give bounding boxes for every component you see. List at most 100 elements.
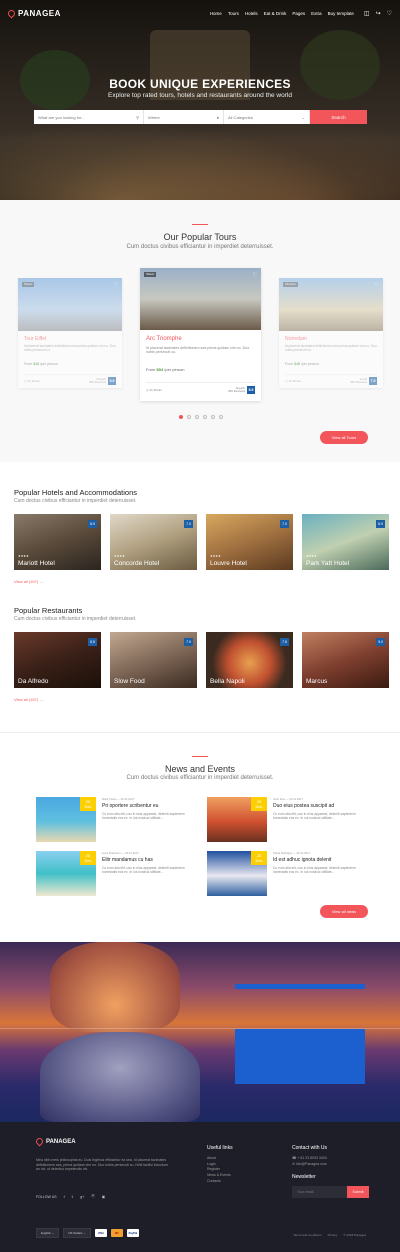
footer-email[interactable]: ✉ info@Panagea.com xyxy=(292,1162,327,1168)
view-all-tours-button[interactable]: View all Tours xyxy=(320,431,368,444)
carousel-dot[interactable] xyxy=(203,415,207,419)
restaurant-tile-2[interactable]: 7.9 Slow Food xyxy=(110,632,197,688)
tour-reviews: 350 Reviews xyxy=(349,379,368,384)
currency-select[interactable]: US Dollars ⌄ xyxy=(63,1228,91,1238)
news-text: Cu eum alia elit, usu in eius appareat, … xyxy=(273,866,356,875)
footer-logo[interactable]: PANAGEA xyxy=(34,1136,76,1147)
nav-tours[interactable]: Tours xyxy=(228,11,239,16)
hero-title: BOOK UNIQUE EXPERIENCES xyxy=(109,77,291,91)
tour-card-1[interactable]: Historic ♡ Tour Eiffel Id placerat tacim… xyxy=(18,278,122,388)
tour-footer: ◷ 1h 30min Good 350 Reviews 7.5 xyxy=(285,374,377,386)
news-item-1[interactable]: 28 Dec Mark Twain — 20.11.2017 Pri oporter… xyxy=(36,797,197,842)
paypal-icon: PayPal xyxy=(126,1229,139,1237)
restaurant-name: Da Alfredo xyxy=(18,678,49,685)
language-select[interactable]: English ⌄ xyxy=(36,1228,60,1238)
pinterest-icon[interactable]: Ⓟ xyxy=(91,1194,95,1199)
news-subtitle: Cum doctus civibus efficiantur in imperd… xyxy=(126,775,274,781)
carousel-dot[interactable] xyxy=(211,415,215,419)
nav-eat-drink[interactable]: Eat & Drink xyxy=(264,11,287,16)
google-plus-icon[interactable]: g+ xyxy=(80,1195,84,1199)
login-icon[interactable]: ↪ xyxy=(376,10,381,17)
wishlist-heart-icon[interactable]: ♡ xyxy=(253,272,257,278)
tour-price: From $54 /per person xyxy=(146,367,185,372)
tour-footer: ◷ 1h 30min Superb 350 Reviews 8.9 xyxy=(146,382,255,397)
carousel-dot[interactable] xyxy=(219,415,223,419)
restaurants-view-all-link[interactable]: View all (157) → xyxy=(14,697,43,702)
search-where-placeholder: Where xyxy=(148,114,160,120)
news-title[interactable]: Pri oportere scribentur eu xyxy=(102,803,197,809)
wishlist-heart-icon[interactable]: ♡ xyxy=(375,282,379,288)
hotel-tile-2[interactable]: 7.0 ★★★★ Concorde Hotel xyxy=(110,514,197,570)
hotel-name: Louvre Hotel xyxy=(210,560,247,567)
restaurant-score: 7.9 xyxy=(184,638,193,646)
facebook-icon[interactable]: f xyxy=(64,1195,65,1199)
tour-reviews: 350 Reviews xyxy=(88,379,107,384)
tour-card-2[interactable]: Historic ♡ Arc Triomphe Id placerat taci… xyxy=(140,268,261,401)
heart-icon[interactable]: ♡ xyxy=(387,10,392,17)
hotel-tile-3[interactable]: 7.0 ★★★★ Louvre Hotel xyxy=(206,514,293,570)
restaurant-tile-1[interactable]: 8.5 Da Alfredo xyxy=(14,632,101,688)
news-item-4[interactable]: 28 Dec Paula Rodrigez — 20.11.2017 Id est … xyxy=(207,851,368,896)
envelope-icon: ✉ xyxy=(292,1161,295,1166)
chevron-down-icon: ⌄ xyxy=(301,114,305,120)
search-what-input[interactable]: What are you looking for... ⚲ xyxy=(34,110,144,124)
hotels-title: Popular Hotels and Accommodations xyxy=(14,488,137,497)
news-date-badge: 28 Dec xyxy=(80,797,96,811)
footer-link-contacts[interactable]: Contacts xyxy=(207,1179,233,1185)
clock-icon: ◷ 1h 30min xyxy=(285,378,301,383)
tour-price-from: From xyxy=(285,362,295,366)
news-item-3[interactable]: 28 Dec Luca Robinson — 20.11.2017 Elitr ma… xyxy=(36,851,197,896)
email-address: info@Panagea.com xyxy=(295,1161,327,1166)
hotel-name: Park Yatt Hotel xyxy=(306,560,350,567)
top-icons: ◫ ↪ ♡ xyxy=(364,10,392,17)
twitter-icon[interactable]: 𝕥 xyxy=(72,1195,74,1199)
newsletter-email-input[interactable]: Your email xyxy=(292,1186,347,1198)
news-title[interactable]: Id est adhuc ignota delenit xyxy=(273,857,368,863)
view-all-news-button[interactable]: View all news xyxy=(320,905,368,918)
hotel-tile-4[interactable]: 8.9 ★★★★ Park Yatt Hotel xyxy=(302,514,389,570)
hotels-view-all-link[interactable]: View all (157) → xyxy=(14,579,43,584)
nav-buy-template[interactable]: Buy template xyxy=(328,11,354,16)
nav-home[interactable]: Home xyxy=(210,11,222,16)
footer-about: Mea nibh meis philosophia eu. Duis legim… xyxy=(36,1158,168,1172)
section-divider xyxy=(0,732,400,733)
tour-score: 8.9 xyxy=(108,376,116,385)
tour-price-unit: /per person xyxy=(39,362,58,366)
tour-name[interactable]: Arc Triomphe xyxy=(146,336,182,342)
search-button[interactable]: Search xyxy=(310,110,367,124)
news-month: Dec xyxy=(84,804,92,809)
tour-card-3[interactable]: Churches ♡ Notredam Id placerat tacimate… xyxy=(279,278,383,388)
tour-desc: Id placerat tacimates definitionem sea p… xyxy=(24,344,116,352)
tour-name[interactable]: Tour Eiffel xyxy=(24,336,46,342)
wishlist-heart-icon[interactable]: ♡ xyxy=(114,282,118,288)
restaurant-tile-4[interactable]: 9.0 Marcus xyxy=(302,632,389,688)
nav-extra[interactable]: Extra xyxy=(311,11,322,16)
nav-hotels[interactable]: Hotels xyxy=(245,11,258,16)
terms-link[interactable]: Terms and conditions xyxy=(293,1233,321,1237)
footer-social: Follow us f 𝕥 g+ Ⓟ ▣ xyxy=(36,1194,105,1199)
news-title[interactable]: Duo eius postea suscipit ad xyxy=(273,803,368,809)
carousel-dot[interactable] xyxy=(179,415,183,419)
restaurant-tile-3[interactable]: 7.5 Bella Napoli xyxy=(206,632,293,688)
cart-icon[interactable]: ◫ xyxy=(364,10,370,17)
restaurants-title: Popular Restaurants xyxy=(14,606,83,615)
newsletter-submit-button[interactable]: Submit xyxy=(347,1186,369,1198)
site-logo[interactable]: PANAGEA xyxy=(6,8,61,18)
search-where-input[interactable]: Where ● xyxy=(144,110,224,124)
carousel-dot[interactable] xyxy=(195,415,199,419)
category-select[interactable]: All Categories ⌄ xyxy=(224,110,310,124)
nav-pages[interactable]: Pages xyxy=(292,11,305,16)
instagram-icon[interactable]: ▣ xyxy=(102,1195,105,1199)
privacy-link[interactable]: Privacy xyxy=(328,1233,338,1237)
restaurant-score: 8.5 xyxy=(88,638,97,646)
tour-duration: 1h 30min xyxy=(288,378,301,383)
news-title[interactable]: Elitr mandamus cu has xyxy=(102,857,197,863)
hotel-score: 8.9 xyxy=(376,520,385,528)
tour-name[interactable]: Notredam xyxy=(285,336,307,342)
footer-logo-text: PANAGEA xyxy=(46,1138,76,1145)
hotel-tile-1[interactable]: 8.9 ★★★★ Mariott Hotel xyxy=(14,514,101,570)
search-icon: ⚲ xyxy=(136,114,139,120)
news-item-2[interactable]: 28 Dec Jhon Doe — 20.11.2017 Duo eius post… xyxy=(207,797,368,842)
news-meta: Luca Robinson — 20.11.2017 xyxy=(102,851,139,855)
carousel-dot[interactable] xyxy=(187,415,191,419)
